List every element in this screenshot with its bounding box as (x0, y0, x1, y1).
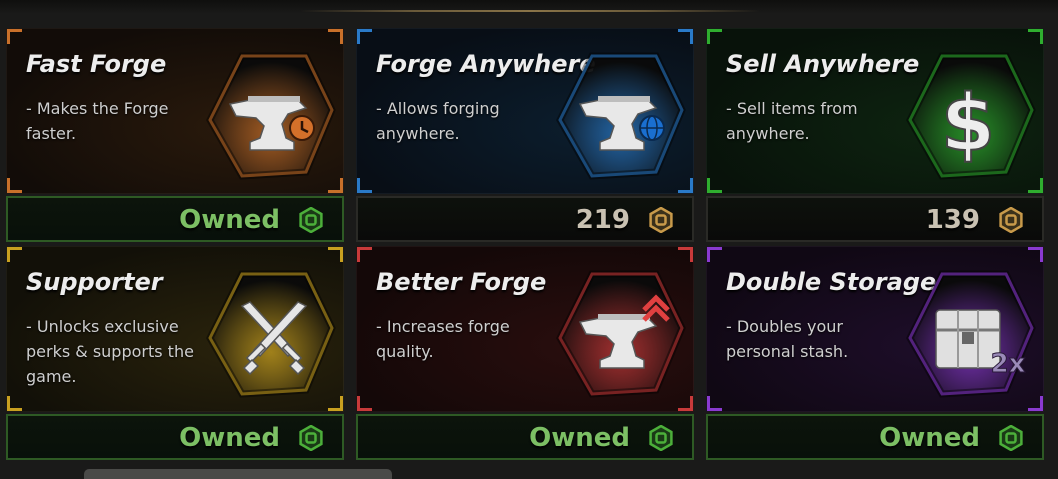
owned-badge[interactable]: Owned (6, 196, 344, 242)
card-panel: Better Forge - Increases forge quality. (356, 246, 694, 412)
frame-corner (357, 396, 372, 411)
card-description: - Doubles your personal stash. (726, 317, 849, 361)
gamepass-card-fast-forge[interactable]: Fast Forge - Makes the Forge faster. Own… (6, 28, 344, 246)
owned-badge[interactable]: Owned (706, 414, 1044, 460)
header-divider (300, 10, 760, 12)
dollar-icon: $ (902, 50, 1036, 184)
frame-corner (1028, 29, 1043, 44)
svg-text:$: $ (941, 79, 995, 169)
robux-coin-icon (648, 424, 674, 452)
svg-text:2x: 2x (991, 349, 1026, 379)
robux-coin-icon (998, 206, 1024, 234)
frame-corner (707, 178, 722, 193)
frame-corner (7, 396, 22, 411)
frame-corner (328, 247, 343, 262)
owned-badge[interactable]: Owned (356, 414, 694, 460)
anvil-chevron-icon (552, 268, 686, 402)
gamepass-card-supporter[interactable]: Supporter - Unlocks exclusive perks & su… (6, 246, 344, 464)
card-description: - Sell items from anywhere. (726, 99, 858, 143)
card-panel: Double Storage - Doubles your personal s… (706, 246, 1044, 412)
card-description: - Makes the Forge faster. (26, 99, 169, 143)
card-title: Better Forge (376, 268, 547, 296)
frame-corner (7, 247, 22, 262)
frame-corner (1028, 247, 1043, 262)
card-description: - Allows forging anywhere. (376, 99, 500, 143)
frame-corner (707, 29, 722, 44)
frame-corner (678, 29, 693, 44)
card-panel: Sell Anywhere - Sell items from anywhere… (706, 28, 1044, 194)
gamepass-card-forge-anywhere[interactable]: Forge Anywhere - Allows forging anywhere… (356, 28, 694, 246)
price-label: 219 (575, 205, 630, 235)
card-description: - Increases forge quality. (376, 317, 510, 361)
frame-corner (357, 29, 372, 44)
price-label: Owned (179, 423, 280, 453)
crossed-swords-icon (202, 268, 336, 402)
card-title: Fast Forge (26, 50, 167, 78)
price-label: 139 (925, 205, 980, 235)
card-description: - Unlocks exclusive perks & supports the… (26, 317, 194, 386)
frame-corner (7, 178, 22, 193)
scrollbar-thumb[interactable] (84, 469, 392, 479)
robux-coin-icon (298, 424, 324, 452)
buy-button[interactable]: 219 (356, 196, 694, 242)
frame-corner (707, 247, 722, 262)
anvil-globe-icon (552, 50, 686, 184)
anvil-clock-icon (202, 50, 336, 184)
frame-corner (357, 247, 372, 262)
card-title: Sell Anywhere (726, 50, 920, 78)
gamepass-card-double-storage[interactable]: Double Storage - Doubles your personal s… (706, 246, 1044, 464)
gamepass-card-sell-anywhere[interactable]: Sell Anywhere - Sell items from anywhere… (706, 28, 1044, 246)
robux-coin-icon (298, 206, 324, 234)
robux-coin-icon (648, 206, 674, 234)
price-label: Owned (879, 423, 980, 453)
price-label: Owned (529, 423, 630, 453)
top-header-strip (0, 0, 1058, 14)
card-panel: Forge Anywhere - Allows forging anywhere… (356, 28, 694, 194)
robux-coin-icon (998, 424, 1024, 452)
price-label: Owned (179, 205, 280, 235)
card-title: Supporter (26, 268, 163, 296)
card-panel: Fast Forge - Makes the Forge faster. (6, 28, 344, 194)
frame-corner (7, 29, 22, 44)
gamepass-card-better-forge[interactable]: Better Forge - Increases forge quality. … (356, 246, 694, 464)
card-panel: Supporter - Unlocks exclusive perks & su… (6, 246, 344, 412)
frame-corner (678, 247, 693, 262)
chest-2x-icon: 2x (902, 268, 1036, 402)
frame-corner (707, 396, 722, 411)
owned-badge[interactable]: Owned (6, 414, 344, 460)
frame-corner (357, 178, 372, 193)
buy-button[interactable]: 139 (706, 196, 1044, 242)
frame-corner (328, 29, 343, 44)
